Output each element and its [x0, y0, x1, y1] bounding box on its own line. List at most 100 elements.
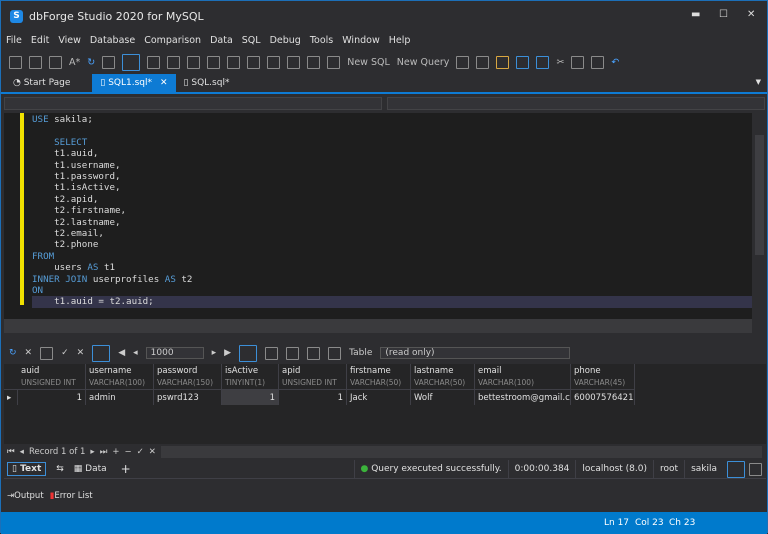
uncomment-icon[interactable]: [207, 55, 221, 69]
new-query-button[interactable]: New Query: [397, 57, 450, 68]
delete-record-icon[interactable]: −: [124, 447, 131, 457]
indent-icon[interactable]: [147, 55, 161, 69]
close-button[interactable]: ✕: [747, 9, 755, 20]
menu-tools[interactable]: Tools: [310, 35, 333, 46]
tab-start-page[interactable]: ◔ Start Page: [5, 74, 78, 92]
database-combo[interactable]: [387, 97, 765, 110]
text-tab[interactable]: ▯ Text: [7, 462, 47, 476]
close-tab-icon[interactable]: ✕: [160, 78, 168, 88]
sql-editor[interactable]: USE sakila; SELECT t1.auid, t1.username,…: [4, 113, 752, 319]
new-sql-button[interactable]: New SQL: [347, 57, 390, 68]
next-record-icon[interactable]: ▸: [90, 447, 94, 457]
database-icon[interactable]: [29, 55, 42, 69]
paste-icon[interactable]: [591, 55, 605, 69]
column-header[interactable]: lastname VARCHAR(50): [411, 364, 475, 389]
add-tab-button[interactable]: +: [121, 462, 131, 476]
search-icon[interactable]: [307, 346, 321, 360]
scroll-thumb[interactable]: [755, 135, 764, 255]
save-icon[interactable]: [516, 55, 530, 69]
column-header[interactable]: password VARCHAR(150): [154, 364, 222, 389]
new-file-icon[interactable]: [456, 55, 470, 69]
copy-icon[interactable]: [571, 55, 585, 69]
paging-icon[interactable]: [92, 344, 111, 362]
grid-cell[interactable]: 1: [222, 389, 279, 405]
columns-icon[interactable]: [286, 346, 300, 360]
menu-comparison[interactable]: Comparison: [144, 35, 201, 46]
column-header[interactable]: auid UNSIGNED INT: [18, 364, 86, 389]
cut-icon[interactable]: ✂: [556, 57, 564, 68]
tab-sql1[interactable]: ▯ SQL1.sql* ✕: [92, 74, 176, 92]
output-tab[interactable]: ⇥Output: [7, 491, 44, 501]
outdent-icon[interactable]: [167, 55, 181, 69]
discard-icon[interactable]: ✕: [77, 348, 85, 358]
apply-icon[interactable]: ✓: [61, 348, 69, 358]
menu-window[interactable]: Window: [342, 35, 379, 46]
bookmark-clear-icon[interactable]: [287, 55, 301, 69]
comment-icon[interactable]: [187, 55, 201, 69]
column-header[interactable]: isActive TINYINT(1): [222, 364, 279, 389]
prev-page-icon[interactable]: ◂: [133, 348, 138, 358]
save-all-icon[interactable]: [536, 55, 550, 69]
card-view-icon[interactable]: [265, 346, 279, 360]
tabs-dropdown-icon[interactable]: ▼: [756, 78, 761, 86]
editor-horizontal-scrollbar[interactable]: [4, 319, 752, 333]
menu-database[interactable]: Database: [90, 35, 135, 46]
tab-sql[interactable]: ▯ SQL.sql*: [176, 74, 238, 92]
first-record-icon[interactable]: ⏮: [7, 447, 15, 457]
export-icon[interactable]: [328, 346, 342, 360]
swap-icon[interactable]: ⇆: [56, 464, 64, 474]
last-record-icon[interactable]: ⏭: [100, 447, 108, 457]
first-page-icon[interactable]: ◀: [118, 348, 125, 358]
grid-cell[interactable]: 1: [18, 389, 86, 405]
menu-edit[interactable]: Edit: [31, 35, 49, 46]
bookmark-icon[interactable]: [227, 55, 241, 69]
format-icon[interactable]: [102, 55, 116, 69]
column-header[interactable]: phone VARCHAR(45): [571, 364, 635, 389]
object-icon[interactable]: [49, 55, 62, 69]
menu-help[interactable]: Help: [389, 35, 411, 46]
grid-horizontal-scrollbar[interactable]: [160, 446, 762, 458]
column-header[interactable]: email VARCHAR(100): [475, 364, 571, 389]
refresh-icon[interactable]: ↻: [9, 348, 17, 358]
column-header[interactable]: apid UNSIGNED INT: [279, 364, 347, 389]
column-header[interactable]: firstname VARCHAR(50): [347, 364, 411, 389]
single-view-icon[interactable]: [749, 462, 762, 476]
menu-data[interactable]: Data: [210, 35, 233, 46]
grid-cell[interactable]: admin: [86, 389, 154, 405]
editor-vertical-scrollbar[interactable]: [753, 113, 766, 319]
minimize-button[interactable]: ▬: [691, 9, 700, 20]
bookmark-prev-icon[interactable]: [247, 55, 261, 69]
menu-view[interactable]: View: [58, 35, 81, 46]
menu-debug[interactable]: Debug: [270, 35, 301, 46]
open-folder-icon[interactable]: [496, 55, 510, 69]
connection-icon[interactable]: [9, 55, 22, 69]
new-item-icon[interactable]: [476, 55, 490, 69]
cancel-record-icon[interactable]: ✕: [149, 447, 156, 457]
outline-icon[interactable]: [327, 55, 341, 69]
row-indicator[interactable]: ▸: [4, 389, 18, 405]
menu-file[interactable]: File: [6, 35, 22, 46]
bookmark-next-icon[interactable]: [267, 55, 281, 69]
grid-cell[interactable]: pswrd123: [154, 389, 222, 405]
grid-cell[interactable]: Jack: [347, 389, 411, 405]
next-page-icon[interactable]: ▸: [212, 348, 217, 358]
refresh-icon[interactable]: ↻: [87, 57, 95, 68]
last-page-icon[interactable]: ▶: [224, 348, 231, 358]
grid-cell[interactable]: bettestroom@gmail.com: [475, 389, 571, 405]
data-tab[interactable]: ▦ Data: [74, 464, 107, 474]
post-record-icon[interactable]: ✓: [137, 447, 144, 457]
cancel-icon[interactable]: ✕: [25, 348, 33, 358]
menu-sql[interactable]: SQL: [242, 35, 261, 46]
grid-cell[interactable]: Wolf: [411, 389, 475, 405]
maximize-button[interactable]: ☐: [719, 9, 728, 20]
grid-cell[interactable]: 1: [279, 389, 347, 405]
page-size-select[interactable]: 1000: [145, 347, 204, 359]
grid-view-icon[interactable]: [239, 344, 258, 362]
connection-combo[interactable]: [4, 97, 382, 110]
grid-cell[interactable]: 600075764216: [571, 389, 635, 405]
document-icon[interactable]: [307, 55, 321, 69]
column-header[interactable]: username VARCHAR(100): [86, 364, 154, 389]
add-record-icon[interactable]: +: [112, 447, 119, 457]
sql-icon[interactable]: [122, 53, 141, 71]
chart-icon[interactable]: [40, 346, 54, 360]
